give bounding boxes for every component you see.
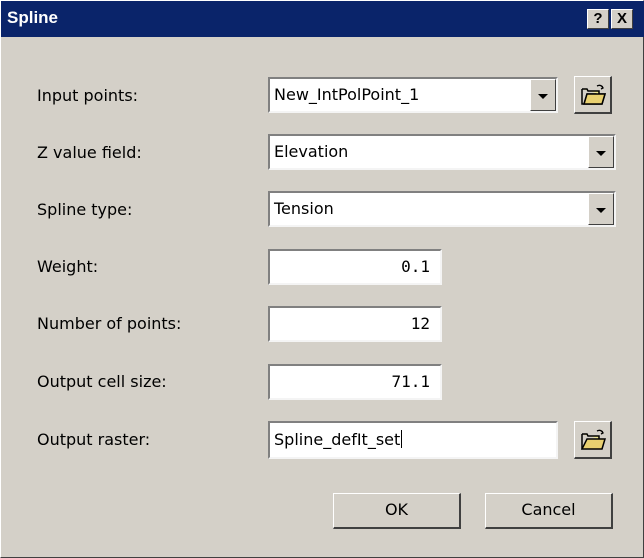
z-value-field-value: Elevation: [274, 142, 349, 161]
output-raster-label: Output raster:: [37, 430, 151, 449]
ok-button[interactable]: OK: [333, 493, 461, 529]
output-cell-size-value: 71.1: [391, 372, 430, 391]
folder-open-icon: [580, 429, 607, 450]
output-cell-size-label: Output cell size:: [37, 372, 167, 391]
weight-value: 0.1: [401, 257, 430, 276]
help-icon: ?: [593, 10, 603, 27]
number-of-points-label: Number of points:: [37, 314, 182, 333]
close-button[interactable]: X: [611, 9, 633, 29]
number-of-points-input[interactable]: 12: [268, 306, 442, 342]
input-points-dropdown[interactable]: New_IntPolPoint_1: [268, 77, 558, 113]
input-points-value: New_IntPolPoint_1: [274, 85, 420, 104]
text-caret: [401, 430, 403, 448]
number-of-points-value: 12: [410, 314, 430, 333]
chevron-down-icon[interactable]: [588, 136, 614, 168]
chevron-down-icon[interactable]: [530, 79, 556, 111]
input-points-browse-button[interactable]: [574, 76, 612, 114]
z-value-field-dropdown[interactable]: Elevation: [268, 134, 616, 170]
spline-dialog: Spline ? X Input points: New_IntPolPoint…: [0, 0, 644, 558]
spline-type-value: Tension: [274, 199, 334, 218]
folder-open-icon: [581, 84, 607, 105]
spline-type-label: Spline type:: [37, 200, 133, 219]
spline-type-dropdown[interactable]: Tension: [268, 191, 616, 227]
cancel-button[interactable]: Cancel: [485, 493, 613, 529]
close-icon: X: [616, 10, 627, 27]
window-title: Spline: [7, 8, 59, 27]
output-cell-size-input[interactable]: 71.1: [268, 364, 442, 400]
output-raster-value: Spline_defIt_set: [274, 430, 401, 449]
chevron-down-icon[interactable]: [588, 193, 614, 225]
output-raster-browse-button[interactable]: [574, 421, 612, 459]
weight-input[interactable]: 0.1: [268, 249, 442, 285]
input-points-label: Input points:: [37, 86, 139, 105]
z-value-field-label: Z value field:: [37, 143, 142, 162]
title-bar[interactable]: Spline ? X: [1, 1, 644, 37]
output-raster-input[interactable]: Spline_defIt_set: [268, 421, 558, 459]
help-button[interactable]: ?: [587, 9, 609, 29]
weight-label: Weight:: [37, 257, 99, 276]
